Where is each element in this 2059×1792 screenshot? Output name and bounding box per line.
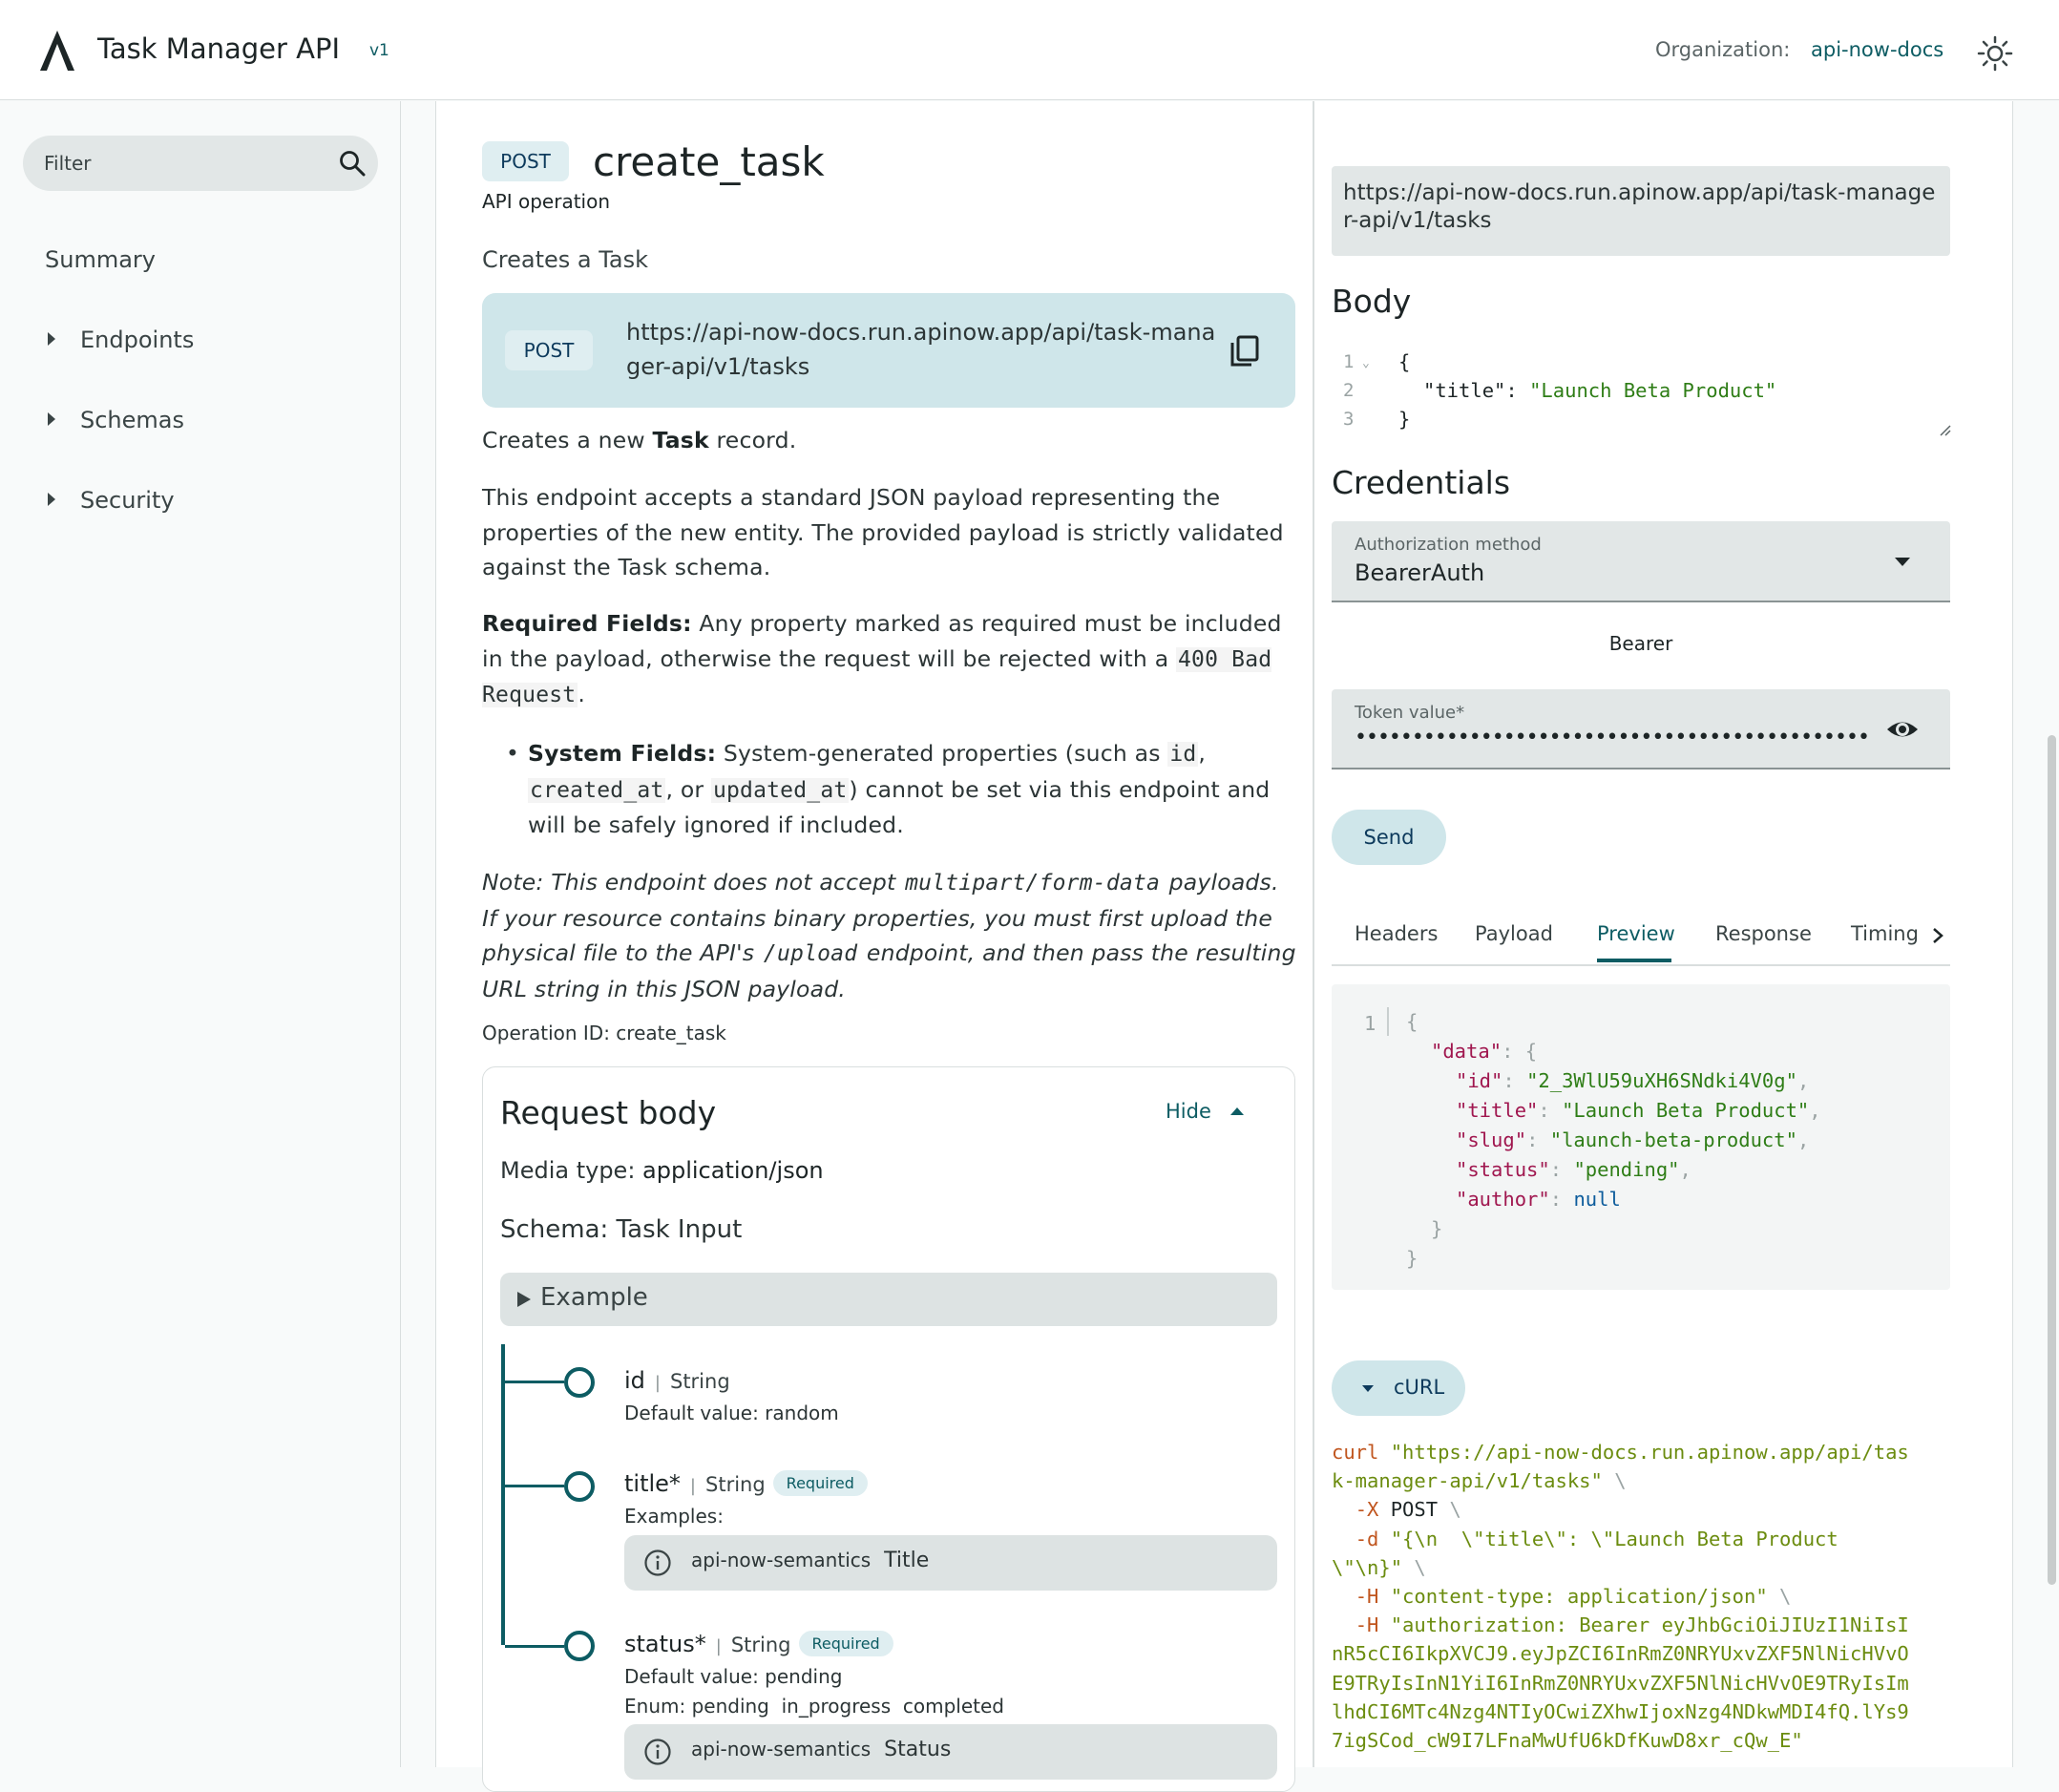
try-it-panel: https://api-now-docs.run.apinow.app/api/… — [1313, 101, 2013, 1767]
sidebar-item-schemas[interactable]: Schemas — [48, 407, 184, 433]
operation-title: create_task — [593, 138, 825, 185]
tab-preview[interactable]: Preview — [1597, 922, 1675, 945]
auth-method-select[interactable]: Authorization method BearerAuth — [1332, 521, 1950, 602]
expand-arrow-icon — [48, 412, 55, 426]
property-meta: Default value: pending — [624, 1665, 843, 1688]
tab-headers[interactable]: Headers — [1355, 922, 1438, 945]
app-logo-icon[interactable] — [38, 29, 76, 73]
credentials-heading: Credentials — [1332, 464, 1511, 501]
theme-toggle-sun-icon[interactable] — [1976, 34, 2014, 73]
request-url: https://api-now-docs.run.apinow.app/api/… — [1332, 166, 1950, 256]
hide-button[interactable]: Hide — [1166, 1100, 1211, 1123]
version-label: v1 — [369, 41, 389, 60]
info-icon — [644, 1739, 671, 1765]
body-editor[interactable]: 123 ⌄ { "title": "Launch Beta Product" } — [1332, 348, 1952, 443]
sidebar-item-label: Security — [80, 487, 175, 514]
tab-payload[interactable]: Payload — [1475, 922, 1553, 945]
tree-connector — [505, 1381, 564, 1383]
sidebar-item-label: Summary — [45, 246, 156, 273]
required-badge: Required — [772, 1469, 868, 1496]
info-icon — [644, 1550, 671, 1576]
top-header: Task Manager API v1 Organization: api-no… — [0, 0, 2059, 100]
resize-handle-icon[interactable] — [1939, 424, 1952, 437]
sidebar-item-summary[interactable]: Summary — [45, 246, 156, 273]
method-badge: POST — [482, 141, 569, 181]
preview-json: 1 { "data": { "id": "2_3WlU59uXH6SNdki4V… — [1332, 984, 1950, 1290]
sidebar: Summary Endpoints Schemas Security — [0, 101, 401, 1767]
sidebar-item-label: Endpoints — [80, 327, 195, 353]
sidebar-item-endpoints[interactable]: Endpoints — [48, 327, 194, 353]
filter-input[interactable] — [44, 149, 330, 178]
method-badge: POST — [505, 330, 593, 370]
app-title: Task Manager API — [97, 32, 341, 65]
tab-response[interactable]: Response — [1715, 922, 1812, 945]
request-body-card: Request body Hide Media type: applicatio… — [482, 1066, 1295, 1792]
required-badge: Required — [798, 1630, 893, 1656]
description-paragraph: This endpoint accepts a standard JSON pa… — [482, 484, 1284, 580]
tree-node-icon[interactable] — [564, 1631, 595, 1661]
bearer-label: Bearer — [1608, 632, 1673, 655]
property-status: status* | String Required — [624, 1630, 893, 1658]
chevron-right-icon[interactable] — [1931, 926, 1944, 945]
note-paragraph: Note: This endpoint does not accept mult… — [482, 869, 1296, 1002]
send-button[interactable]: Send — [1332, 810, 1446, 865]
endpoint-url: https://api-now-docs.run.apinow.app/api/… — [626, 319, 1216, 380]
dropdown-arrow-icon — [1895, 558, 1910, 566]
active-tab-indicator — [1597, 959, 1671, 962]
scrollbar[interactable] — [2048, 735, 2056, 1585]
required-fields-paragraph: Required Fields: Any property marked as … — [482, 610, 1282, 707]
curl-toggle-button[interactable]: cURL — [1332, 1360, 1465, 1416]
filter-box[interactable] — [23, 136, 378, 191]
operation-subtitle: API operation — [482, 190, 611, 213]
search-icon[interactable] — [338, 149, 367, 178]
media-type: Media type: application/json — [500, 1157, 824, 1184]
expand-arrow-icon — [48, 332, 55, 346]
organization-label: Organization: — [1655, 38, 1791, 61]
schema-tree-line — [501, 1344, 505, 1645]
eye-icon[interactable] — [1885, 712, 1920, 747]
organization-link[interactable]: api-now-docs — [1811, 38, 1943, 61]
sidebar-item-security[interactable]: Security — [48, 487, 175, 514]
sidebar-item-label: Schemas — [80, 407, 184, 433]
tab-timing[interactable]: Timing — [1851, 922, 1919, 945]
description-intro: Creates a new Task record. — [482, 427, 797, 453]
tree-node-icon[interactable] — [564, 1367, 595, 1398]
operation-id: Operation ID: create_task — [482, 1022, 726, 1044]
tree-connector — [505, 1645, 564, 1648]
body-heading: Body — [1332, 283, 1412, 320]
caret-up-icon[interactable] — [1230, 1107, 1244, 1115]
endpoint-url-box: POST https://api-now-docs.run.apinow.app… — [482, 293, 1295, 408]
semantic-tag: api-now-semantics Title — [624, 1535, 1277, 1591]
property-id: id | String — [624, 1367, 730, 1394]
caret-down-icon — [1362, 1385, 1374, 1392]
property-meta: Examples: — [624, 1505, 724, 1528]
curl-snippet: curl "https://api-now-docs.run.apinow.ap… — [1332, 1441, 1909, 1753]
property-title: title* | String Required — [624, 1469, 868, 1498]
semantic-tag: api-now-semantics Status — [624, 1724, 1277, 1780]
tree-node-icon[interactable] — [564, 1471, 595, 1502]
token-input[interactable]: Token value* •••••••••••••••••••••••••••… — [1332, 689, 1950, 770]
schema-name: Schema: Task Input — [500, 1215, 743, 1244]
property-meta: Default value: random — [624, 1402, 839, 1424]
operation-summary: Creates a Task — [482, 246, 649, 273]
request-body-title: Request body — [500, 1094, 717, 1131]
tree-connector — [505, 1485, 564, 1487]
play-arrow-icon — [517, 1292, 531, 1307]
copy-icon[interactable] — [1229, 333, 1261, 368]
system-fields-bullet: • System Fields: System-generated propert… — [506, 740, 1271, 838]
response-tabs: Headers Payload Preview Response Timing — [1332, 913, 1950, 966]
example-toggle[interactable]: Example — [500, 1273, 1277, 1326]
property-enum: Enum: pending in_progress completed — [624, 1695, 1004, 1718]
expand-arrow-icon — [48, 493, 55, 506]
